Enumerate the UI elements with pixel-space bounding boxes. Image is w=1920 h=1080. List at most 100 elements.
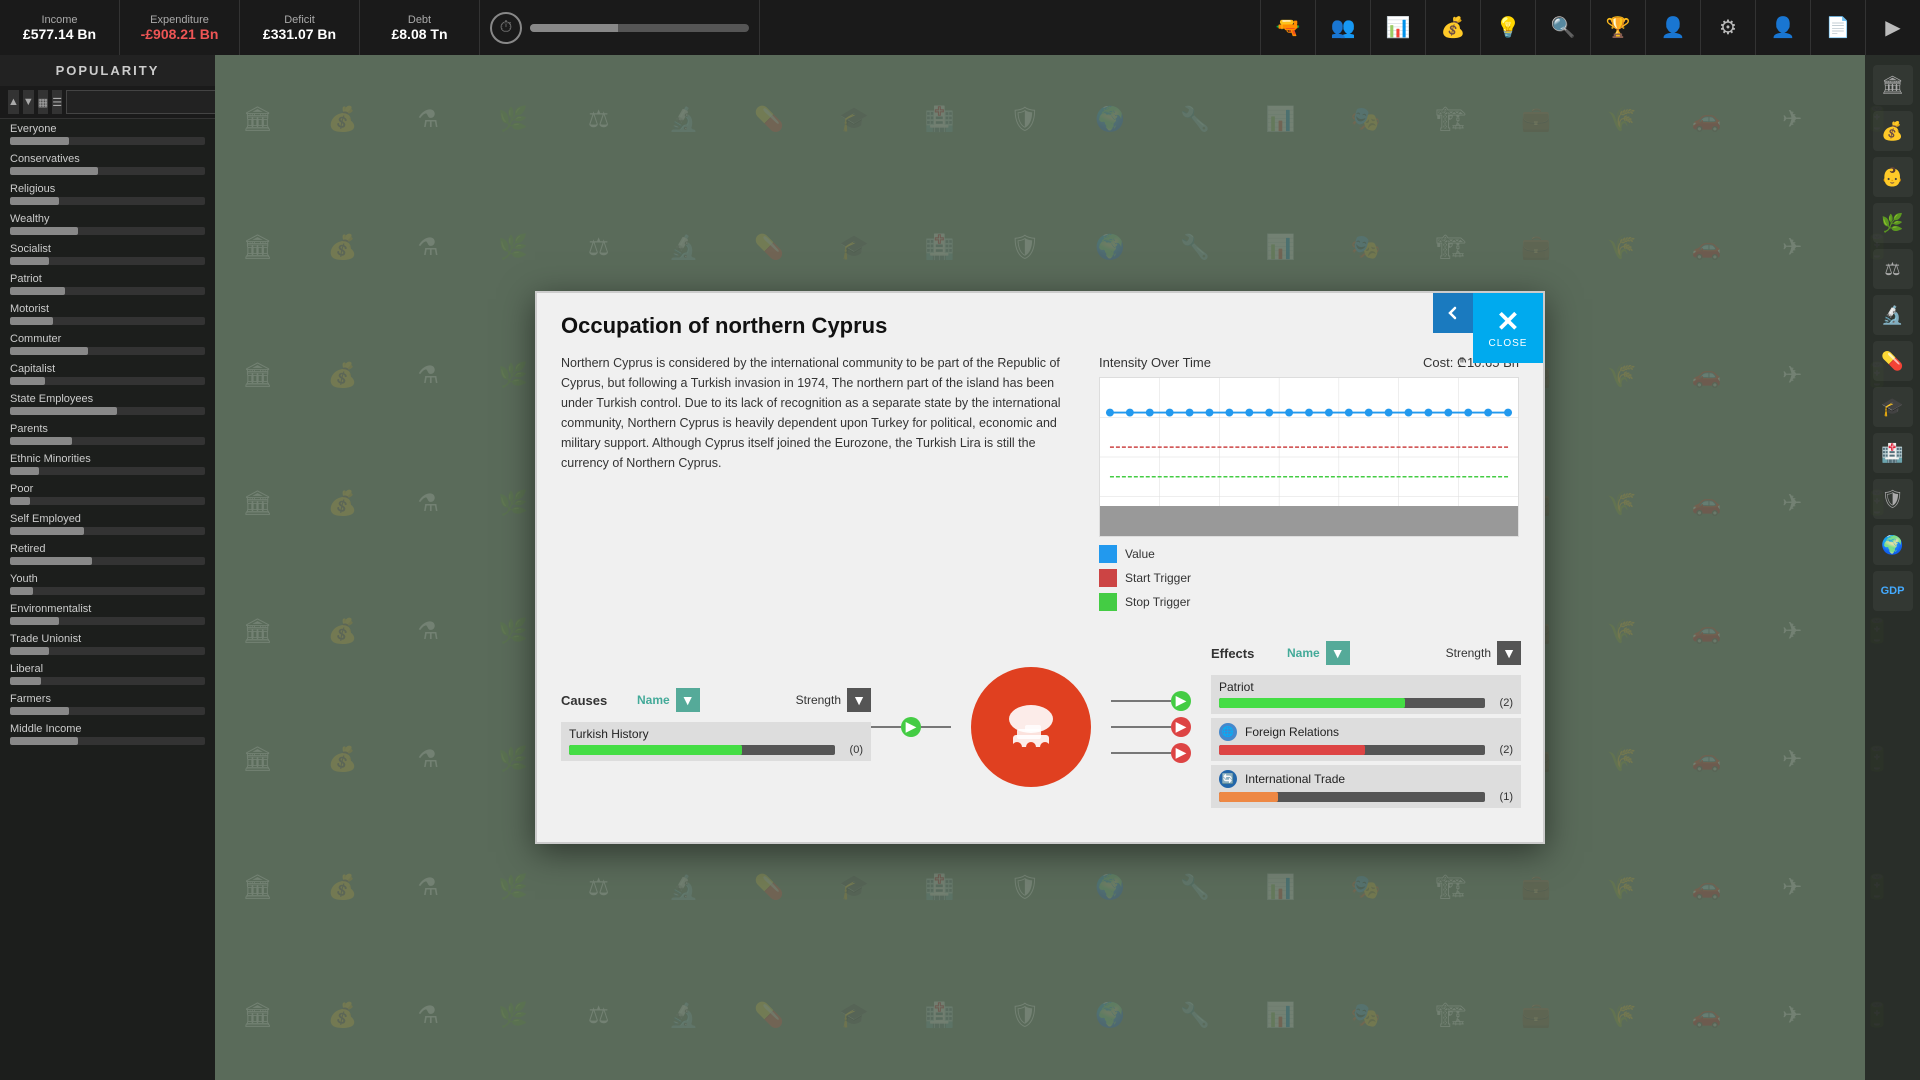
pop-bar-container — [10, 287, 205, 295]
toolbar-gun[interactable]: 🔫 — [1260, 0, 1315, 55]
effect-bar-bg-trade — [1219, 792, 1485, 802]
cause-bar-turkish: (0) — [569, 744, 863, 756]
sidebar-list-btn[interactable]: ☰ — [52, 90, 62, 114]
toolbar-search[interactable]: 🔍 — [1535, 0, 1590, 55]
right-icon-baby[interactable]: 👶 — [1873, 157, 1913, 197]
right-icon-shield[interactable]: 🛡 — [1873, 479, 1913, 519]
modal-description: Northern Cyprus is considered by the int… — [561, 353, 1079, 611]
pop-bar — [10, 197, 59, 205]
pop-label: Capitalist — [10, 363, 205, 375]
toolbar-people[interactable]: 👥 — [1315, 0, 1370, 55]
effect-bar-bg-foreign — [1219, 745, 1485, 755]
pop-item-parents: Parents — [0, 419, 215, 449]
toolbar-play[interactable]: ▶ — [1865, 0, 1920, 55]
effect-bar-bg-patriot — [1219, 698, 1485, 708]
right-conn-top: ▶ — [1111, 691, 1191, 711]
pop-bar-container — [10, 557, 205, 565]
sidebar-down-btn[interactable]: ▼ — [23, 90, 34, 114]
pop-bar-container — [10, 437, 205, 445]
pop-label: Middle Income — [10, 723, 205, 735]
right-icon-hospital[interactable]: 🏥 — [1873, 433, 1913, 473]
pop-item-farmers: Farmers — [0, 689, 215, 719]
toolbar-gear[interactable]: ⚙ — [1700, 0, 1755, 55]
right-icon-building[interactable]: 🏛 — [1873, 65, 1913, 105]
pop-bar-container — [10, 737, 205, 745]
right-icon-science[interactable]: 🔬 — [1873, 295, 1913, 335]
chart-title: Intensity Over Time — [1099, 355, 1211, 370]
right-dot-red: ▶ — [1171, 717, 1191, 737]
effects-sort-btn[interactable]: ▼ — [1326, 641, 1350, 665]
right-icon-scale[interactable]: ⚖ — [1873, 249, 1913, 289]
right-icon-money[interactable]: 💰 — [1873, 111, 1913, 151]
pop-bar — [10, 377, 45, 385]
pop-bar-container — [10, 137, 205, 145]
effects-strength-sort[interactable]: ▼ — [1497, 641, 1521, 665]
left-line — [871, 726, 901, 728]
pop-bar-container — [10, 587, 205, 595]
effect-name-foreign: 🌐 Foreign Relations — [1219, 723, 1513, 741]
pop-bar — [10, 707, 69, 715]
effect-item-patriot: Patriot (2) — [1211, 675, 1521, 714]
pop-label: Parents — [10, 423, 205, 435]
modal-body: Occupation of northern Cyprus Northern C… — [537, 293, 1543, 842]
pop-item-liberal: Liberal — [0, 659, 215, 689]
toolbar-chart[interactable]: 📊 — [1370, 0, 1425, 55]
pop-label: Trade Unionist — [10, 633, 205, 645]
right-icon-globe[interactable]: 🌍 — [1873, 525, 1913, 565]
cause-bar-value: (0) — [839, 744, 863, 756]
effect-fill-patriot — [1219, 698, 1405, 708]
pop-bar — [10, 407, 117, 415]
legend-stop-label: Stop Trigger — [1125, 595, 1190, 609]
toolbar-icons: 🔫 👥 📊 💰 💡 🔍 🏆 👤 ⚙ 👤 📄 ▶ — [760, 0, 1920, 55]
pop-bar-container — [10, 707, 205, 715]
effects-name-col: Name — [1287, 646, 1320, 660]
pop-item-self-employed: Self Employed — [0, 509, 215, 539]
right-panel: 🏛 💰 👶 🌿 ⚖ 🔬 💊 🎓 🏥 🛡 🌍 GDP — [1865, 55, 1920, 1080]
right-connector: ▶ ▶ ▶ — [1111, 691, 1191, 763]
sidebar-search-input[interactable] — [66, 90, 215, 114]
legend-start-color — [1099, 569, 1117, 587]
right-conn-mid: ▶ — [1111, 717, 1191, 737]
causes-sort-btn[interactable]: ▼ — [676, 688, 700, 712]
right-icon-grad[interactable]: 🎓 — [1873, 387, 1913, 427]
toolbar-profile[interactable]: 👤 — [1755, 0, 1810, 55]
causes-strength-sort[interactable]: ▼ — [847, 688, 871, 712]
effect-fill-foreign — [1219, 745, 1365, 755]
causes-strength-col: Strength — [796, 693, 841, 707]
pop-label: Patriot — [10, 273, 205, 285]
back-button[interactable] — [1433, 293, 1473, 333]
debt-block: Debt £8.08 Tn — [360, 0, 480, 55]
toolbar-idea[interactable]: 💡 — [1480, 0, 1535, 55]
deficit-value: £331.07 Bn — [263, 26, 336, 42]
right-icon-leaf[interactable]: 🌿 — [1873, 203, 1913, 243]
left-dot: ▶ — [901, 717, 921, 737]
effect-name-patriot: Patriot — [1219, 680, 1513, 694]
toolbar-person[interactable]: 👤 — [1645, 0, 1700, 55]
pop-item-youth: Youth — [0, 569, 215, 599]
pop-label: Self Employed — [10, 513, 205, 525]
close-button[interactable]: ✕ CLOSE — [1473, 293, 1543, 363]
right-icon-pill[interactable]: 💊 — [1873, 341, 1913, 381]
pop-bar — [10, 647, 49, 655]
pop-item-everyone: Everyone — [0, 119, 215, 149]
effect-val-trade: (1) — [1489, 791, 1513, 803]
cause-bar-bg — [569, 745, 835, 755]
effects-header: Effects Name ▼ Strength ▼ — [1211, 641, 1521, 665]
pop-bar — [10, 227, 78, 235]
sidebar-up-btn[interactable]: ▲ — [8, 90, 19, 114]
legend-value: Value — [1099, 545, 1519, 563]
toolbar-money[interactable]: 💰 — [1425, 0, 1480, 55]
effect-bar-patriot: (2) — [1219, 697, 1513, 709]
pop-item-retired: Retired — [0, 539, 215, 569]
toolbar-doc[interactable]: 📄 — [1810, 0, 1865, 55]
pop-label: Wealthy — [10, 213, 205, 225]
cause-name-turkish: Turkish History — [569, 727, 863, 741]
pop-item-trade-unionist: Trade Unionist — [0, 629, 215, 659]
toolbar-trophy[interactable]: 🏆 — [1590, 0, 1645, 55]
sidebar-grid-btn[interactable]: ▦ — [38, 90, 48, 114]
right-icon-gdp[interactable]: GDP — [1873, 571, 1913, 611]
effect-fill-trade — [1219, 792, 1278, 802]
close-label: CLOSE — [1489, 338, 1528, 349]
policy-icon — [971, 667, 1091, 787]
pop-bar-container — [10, 317, 205, 325]
